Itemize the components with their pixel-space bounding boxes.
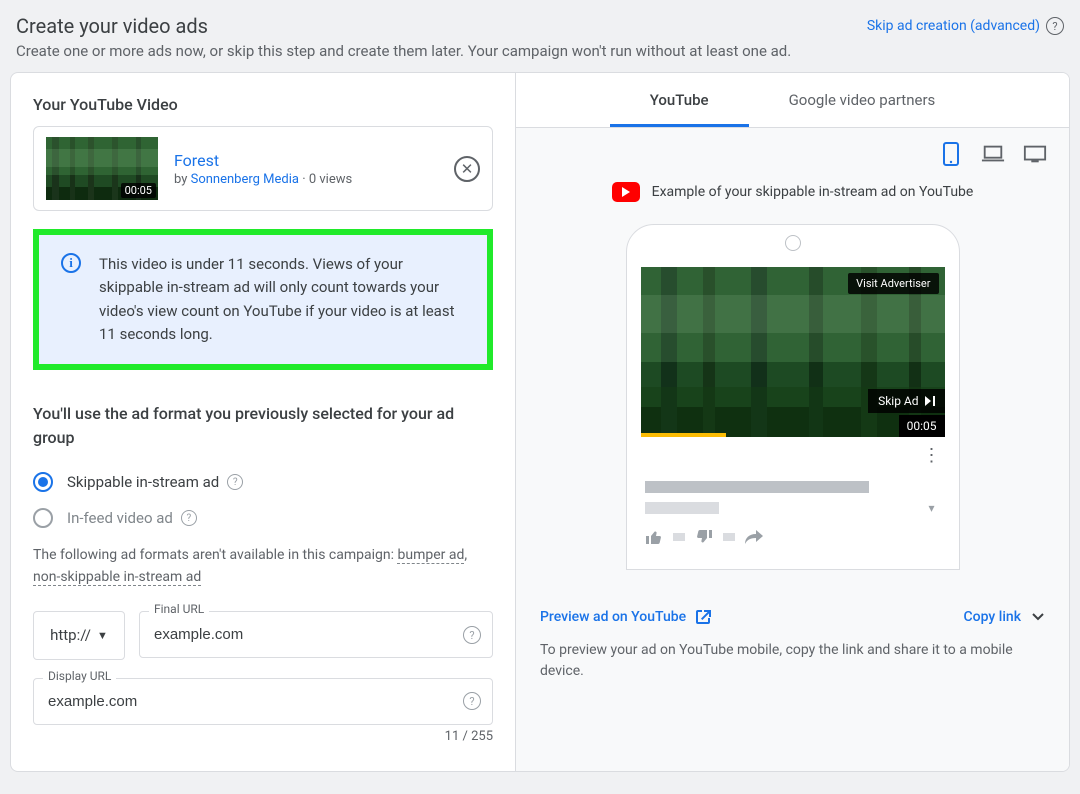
thumbnail-duration: 00:05: [121, 183, 156, 198]
device-tv-icon[interactable]: [1023, 142, 1047, 166]
preview-on-youtube-link[interactable]: Preview ad on YouTube: [540, 608, 712, 626]
placeholder-bar: [645, 502, 719, 514]
video-menu-icon[interactable]: ⋮: [627, 437, 959, 469]
preview-tabs: YouTube Google video partners: [516, 73, 1069, 128]
video-player-preview: Visit Advertiser Skip Ad 00:05: [641, 267, 945, 437]
char-count: 11 / 255: [33, 729, 493, 744]
help-icon[interactable]: ?: [463, 626, 481, 644]
skip-ad-creation-link[interactable]: Skip ad creation (advanced): [867, 18, 1040, 34]
video-card: 00:05 Forest by Sonnenberg Media · 0 vie…: [33, 126, 493, 211]
display-url-label: Display URL: [43, 669, 116, 683]
device-mobile-icon[interactable]: [939, 142, 963, 166]
your-video-heading: Your YouTube Video: [33, 95, 493, 114]
share-icon: [745, 530, 763, 544]
final-url-input[interactable]: [139, 611, 493, 658]
radio-label-skippable: Skippable in-stream ad: [67, 473, 219, 491]
help-icon[interactable]: ?: [1046, 17, 1064, 35]
video-thumbnail[interactable]: 00:05: [46, 137, 158, 200]
radio-skippable[interactable]: Skippable in-stream ad?: [33, 472, 493, 492]
format-heading: You'll use the ad format you previously …: [33, 402, 493, 450]
help-icon[interactable]: ?: [463, 692, 481, 710]
unavailable-formats-text: The following ad formats aren't availabl…: [33, 544, 493, 589]
tab-youtube[interactable]: YouTube: [610, 73, 749, 127]
progress-bar: [641, 433, 726, 437]
info-icon: i: [61, 253, 81, 273]
info-alert: i This video is under 11 seconds. Views …: [33, 229, 493, 370]
protocol-select[interactable]: http:// ▼: [33, 611, 125, 660]
by-prefix: by: [174, 172, 191, 187]
protocol-value: http://: [50, 626, 91, 644]
skip-icon: [925, 396, 935, 406]
thumbs-down-icon: [695, 529, 713, 545]
visit-advertiser-button[interactable]: Visit Advertiser: [848, 273, 938, 294]
device-laptop-icon[interactable]: [981, 142, 1005, 166]
video-title-link[interactable]: Forest: [174, 151, 219, 170]
channel-link[interactable]: Sonnenberg Media: [191, 172, 299, 187]
final-url-label: Final URL: [149, 602, 209, 616]
external-link-icon: [694, 608, 712, 626]
remove-video-button[interactable]: ✕: [454, 156, 480, 182]
phone-speaker-icon: [785, 235, 801, 251]
placeholder-pill: [723, 533, 735, 541]
placeholder-bar: [645, 481, 870, 493]
chevron-down-icon: [1031, 610, 1045, 624]
preview-note: To preview your ad on YouTube mobile, co…: [540, 640, 1045, 682]
placeholder-pill: [673, 533, 685, 541]
page-title: Create your video ads: [16, 14, 208, 38]
chevron-down-icon: ▾: [928, 501, 940, 515]
display-url-input[interactable]: [33, 678, 493, 725]
radio-icon: [33, 508, 53, 528]
help-icon[interactable]: ?: [181, 510, 197, 526]
player-duration: 00:05: [899, 415, 945, 437]
help-icon[interactable]: ?: [227, 474, 243, 490]
preview-heading: Example of your skippable in-stream ad o…: [652, 184, 974, 200]
copy-link-button[interactable]: Copy link: [964, 609, 1045, 625]
radio-infeed[interactable]: In-feed video ad?: [33, 508, 493, 528]
views-text: · 0 views: [299, 172, 352, 187]
info-text: This video is under 11 seconds. Views of…: [99, 253, 467, 346]
skip-ad-button[interactable]: Skip Ad: [868, 389, 944, 413]
page-subtitle: Create one or more ads now, or skip this…: [16, 42, 1064, 60]
radio-label-infeed: In-feed video ad: [67, 509, 173, 527]
youtube-icon: [612, 182, 640, 202]
phone-preview: Visit Advertiser Skip Ad 00:05 ⋮ ▾: [626, 224, 960, 570]
radio-icon: [33, 472, 53, 492]
thumbs-up-icon: [645, 529, 663, 545]
tab-partners[interactable]: Google video partners: [749, 73, 976, 127]
dropdown-icon: ▼: [97, 629, 108, 642]
